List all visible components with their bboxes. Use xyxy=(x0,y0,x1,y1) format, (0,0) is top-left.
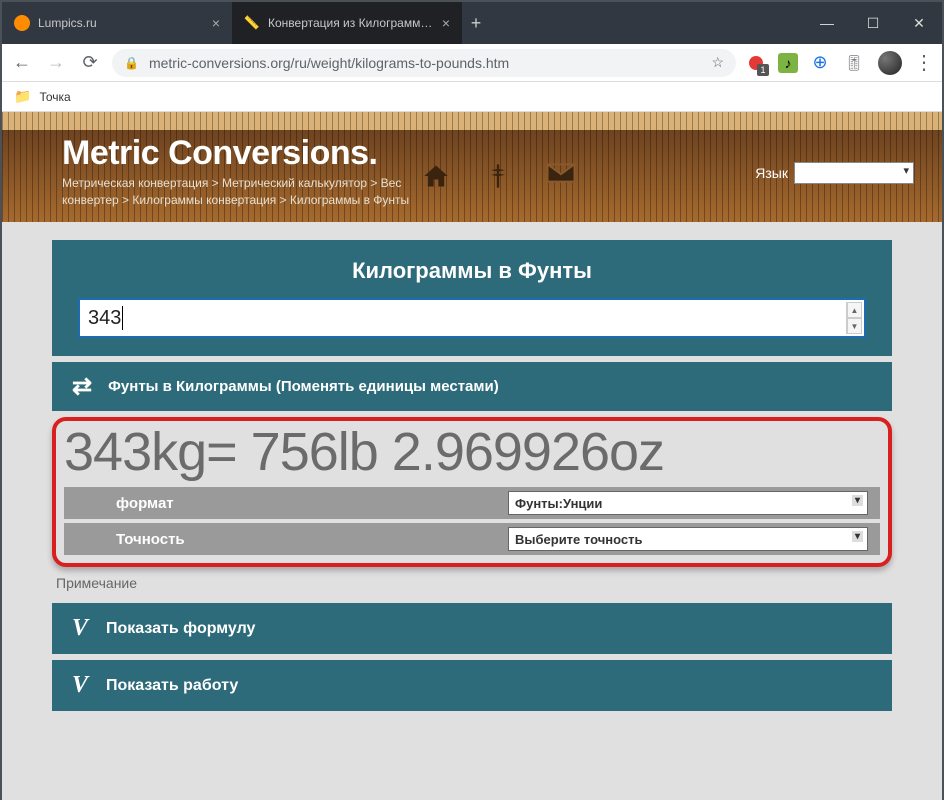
back-button[interactable]: ← xyxy=(10,52,34,73)
accuracy-select[interactable]: Выберите точность xyxy=(508,527,868,551)
extension-adblock[interactable]: 1 xyxy=(746,53,766,73)
site-header: Metric Conversions. Метрическая конверта… xyxy=(2,112,942,222)
home-icon[interactable] xyxy=(422,162,450,197)
bookmarks-bar: 📁 Точка xyxy=(2,82,942,112)
site-nav-icons xyxy=(422,162,576,197)
close-tab-icon[interactable]: × xyxy=(212,15,220,31)
signpost-icon[interactable] xyxy=(484,162,512,197)
show-formula-label: Показать формулу xyxy=(106,620,255,638)
converter-title: Килограммы в Фунты xyxy=(78,258,866,284)
forward-button[interactable]: → xyxy=(44,52,68,73)
swap-units-bar[interactable]: ⇄ Фунты в Килограммы (Поменять единицы м… xyxy=(52,362,892,411)
result-highlight-box: 343kg= 756lb 2.969926oz формат Фунты:Унц… xyxy=(52,417,892,567)
swap-label: Фунты в Килограммы (Поменять единицы мес… xyxy=(108,378,499,395)
url-text: metric-conversions.org/ru/weight/kilogra… xyxy=(149,55,509,71)
converter-panel: Килограммы в Фунты 343 ▲ ▼ xyxy=(52,240,892,356)
browser-toolbar: ← → ⟳ 🔒 metric-conversions.org/ru/weight… xyxy=(2,44,942,82)
reload-button[interactable]: ⟳ xyxy=(78,52,102,73)
result-text: 343kg= 756lb 2.969926oz xyxy=(56,421,888,483)
language-label: Язык xyxy=(755,165,788,181)
note-link[interactable]: Примечание xyxy=(56,575,892,591)
tab-title: Lumpics.ru xyxy=(38,16,204,30)
folder-icon: 📁 xyxy=(14,88,31,105)
language-selector: Язык xyxy=(755,162,914,184)
extension-globe[interactable]: ⊕ xyxy=(810,53,830,73)
chevron-down-icon: V xyxy=(72,615,88,642)
profile-avatar[interactable] xyxy=(878,51,902,75)
input-value: 343 xyxy=(88,307,121,330)
tab-title: Конвертация из Килограммы в xyxy=(268,16,434,30)
tab-lumpics[interactable]: Lumpics.ru × xyxy=(2,2,232,44)
star-icon[interactable]: ☆ xyxy=(711,54,724,71)
accuracy-label: Точность xyxy=(76,531,496,548)
media-icon[interactable]: 🎚 xyxy=(842,54,866,72)
ext-badge: 1 xyxy=(757,64,769,76)
text-caret xyxy=(122,306,123,330)
extension-green[interactable]: ♪ xyxy=(778,53,798,73)
breadcrumb[interactable]: Метрическая конвертация > Метрический ка… xyxy=(62,175,412,209)
minimize-button[interactable]: ― xyxy=(804,2,850,44)
show-work-bar[interactable]: V Показать работу xyxy=(52,660,892,711)
favicon-lumpics xyxy=(14,15,30,31)
window-controls: ― ☐ ✕ xyxy=(804,2,942,44)
format-label: формат xyxy=(76,495,496,512)
favicon-ruler: 📏 xyxy=(244,15,260,31)
address-bar[interactable]: 🔒 metric-conversions.org/ru/weight/kilog… xyxy=(112,49,736,77)
spinner-down[interactable]: ▼ xyxy=(847,318,862,334)
browser-menu-button[interactable]: ⋮ xyxy=(914,50,934,75)
close-window-button[interactable]: ✕ xyxy=(896,2,942,44)
page-content: Metric Conversions. Метрическая конверта… xyxy=(2,112,942,800)
format-row: формат Фунты:Унции xyxy=(64,487,880,519)
spinner-up[interactable]: ▲ xyxy=(847,302,862,318)
accuracy-row: Точность Выберите точность xyxy=(64,523,880,555)
close-tab-icon[interactable]: × xyxy=(442,15,450,31)
mail-icon[interactable] xyxy=(546,162,576,197)
maximize-button[interactable]: ☐ xyxy=(850,2,896,44)
value-input[interactable]: 343 ▲ ▼ xyxy=(78,298,866,338)
chevron-down-icon: V xyxy=(72,672,88,699)
language-dropdown[interactable] xyxy=(794,162,914,184)
format-select[interactable]: Фунты:Унции xyxy=(508,491,868,515)
new-tab-button[interactable]: + xyxy=(462,2,490,44)
tab-metric-conversions[interactable]: 📏 Конвертация из Килограммы в × xyxy=(232,2,462,44)
show-work-label: Показать работу xyxy=(106,677,238,695)
show-formula-bar[interactable]: V Показать формулу xyxy=(52,603,892,654)
swap-icon: ⇄ xyxy=(72,372,92,401)
number-spinner: ▲ ▼ xyxy=(846,302,862,334)
extension-icons: 1 ♪ ⊕ 🎚 ⋮ xyxy=(746,50,934,75)
browser-titlebar: Lumpics.ru × 📏 Конвертация из Килограммы… xyxy=(2,2,942,44)
lock-icon: 🔒 xyxy=(124,56,139,70)
bookmark-item[interactable]: Точка xyxy=(39,90,70,104)
